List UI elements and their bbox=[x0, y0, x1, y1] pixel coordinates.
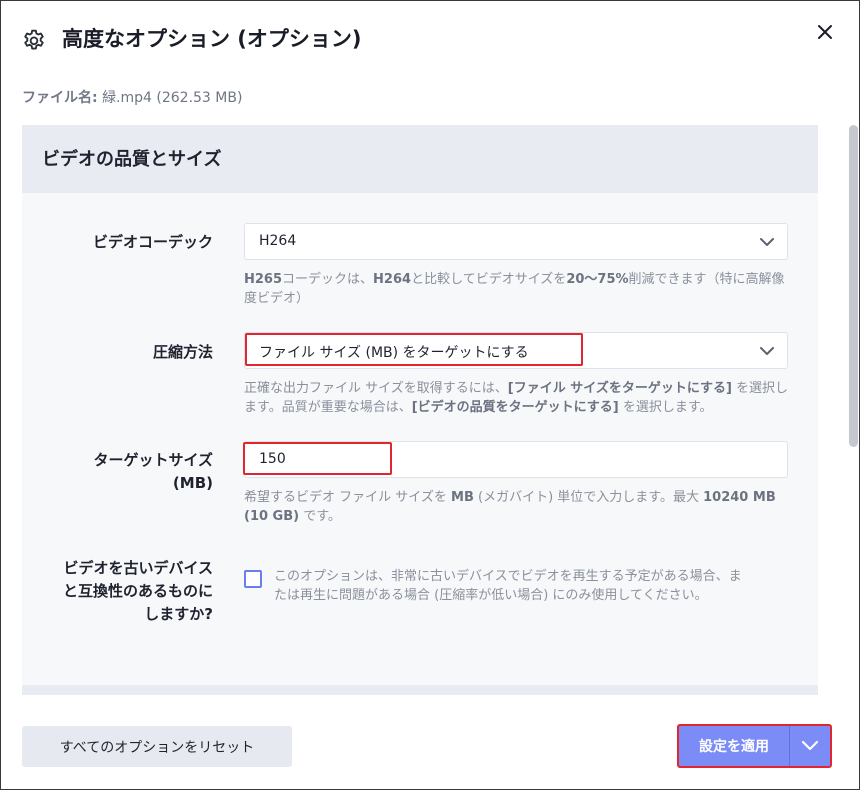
next-section-header bbox=[22, 685, 818, 695]
codec-help-text-1: コーデックは、 bbox=[282, 272, 374, 287]
compat-checkbox[interactable] bbox=[244, 570, 262, 588]
file-name-row: ファイル名: 緑.mp4 (262.53 MB) bbox=[22, 87, 242, 107]
target-size-help-text-2: (メガバイト) 単位で入力します。最大 bbox=[473, 490, 704, 505]
compression-select-value: ファイル サイズ (MB) をターゲットにする bbox=[259, 345, 529, 361]
codec-help: H265コーデックは、H264と比較してビデオサイズを20〜75%削減できます（… bbox=[244, 270, 789, 308]
close-icon[interactable] bbox=[817, 24, 833, 40]
file-name-value: 緑.mp4 (262.53 MB) bbox=[102, 90, 243, 106]
target-size-label-line1: ターゲットサイズ bbox=[93, 451, 213, 469]
advanced-options-dialog: 高度なオプション (オプション) ファイル名: 緑.mp4 (262.53 MB… bbox=[0, 0, 860, 790]
apply-button-group: 設定を適用 bbox=[677, 724, 832, 768]
section-title: ビデオの品質とサイズ bbox=[42, 149, 222, 170]
target-size-label-line2: (MB) bbox=[172, 474, 213, 492]
compression-select[interactable]: ファイル サイズ (MB) をターゲットにする bbox=[244, 332, 788, 369]
gear-icon bbox=[24, 29, 44, 50]
codec-help-percent: 20〜75% bbox=[566, 272, 629, 287]
reset-all-button[interactable]: すべてのオプションをリセット bbox=[22, 726, 292, 767]
codec-label: ビデオコーデック bbox=[92, 233, 213, 251]
chevron-down-icon[interactable] bbox=[801, 740, 819, 752]
chevron-down-icon bbox=[760, 238, 774, 246]
codec-help-text-2: と比較してビデオサイズを bbox=[411, 272, 567, 287]
compat-help: このオプションは、非常に古いデバイスでビデオを再生する予定がある場合、または再生… bbox=[274, 569, 742, 603]
target-size-help-text-1: 希望するビデオ ファイル サイズを bbox=[244, 490, 452, 505]
target-size-help-text-3: です。 bbox=[299, 509, 341, 524]
compression-help-text-1: 正確な出力ファイル サイズを取得するには、 bbox=[244, 381, 508, 396]
compression-help-target-quality: [ビデオの品質をターゲットにする] bbox=[411, 400, 619, 415]
compression-label: 圧縮方法 bbox=[152, 343, 213, 361]
compat-label: ビデオを古いデバイス と互換性のあるものに しますか? bbox=[29, 557, 213, 626]
codec-help-h264: H264 bbox=[373, 272, 412, 287]
chevron-down-icon bbox=[760, 347, 774, 355]
target-size-value: 150 bbox=[259, 451, 286, 467]
compat-label-line2: と互換性のあるものに bbox=[62, 582, 213, 600]
scrollbar-thumb[interactable] bbox=[849, 125, 858, 447]
target-size-help-mb: MB bbox=[451, 490, 474, 505]
apply-settings-button[interactable]: 設定を適用 bbox=[679, 726, 789, 766]
apply-dropdown-button[interactable] bbox=[790, 726, 830, 766]
target-size-input[interactable]: 150 bbox=[244, 441, 788, 478]
codec-help-h265: H265 bbox=[244, 272, 283, 287]
section-header: ビデオの品質とサイズ bbox=[22, 125, 818, 193]
target-size-label: ターゲットサイズ (MB) bbox=[41, 449, 213, 495]
compat-label-line1: ビデオを古いデバイス bbox=[63, 559, 213, 577]
compression-help-text-3: を選択します。 bbox=[618, 400, 713, 415]
compression-help-target-size: [ファイル サイズをターゲットにする] bbox=[507, 381, 732, 396]
compression-help: 正確な出力ファイル サイズを取得するには、[ファイル サイズをターゲットにする]… bbox=[244, 379, 789, 417]
file-name-label: ファイル名: bbox=[22, 90, 98, 106]
target-size-help: 希望するビデオ ファイル サイズを MB (メガバイト) 単位で入力します。最大… bbox=[244, 488, 789, 526]
codec-select[interactable]: H264 bbox=[244, 223, 788, 260]
dialog-title: 高度なオプション (オプション) bbox=[62, 27, 362, 51]
compat-label-line3: しますか? bbox=[144, 605, 213, 623]
close-button[interactable] bbox=[812, 19, 838, 45]
codec-select-value: H264 bbox=[259, 233, 297, 249]
